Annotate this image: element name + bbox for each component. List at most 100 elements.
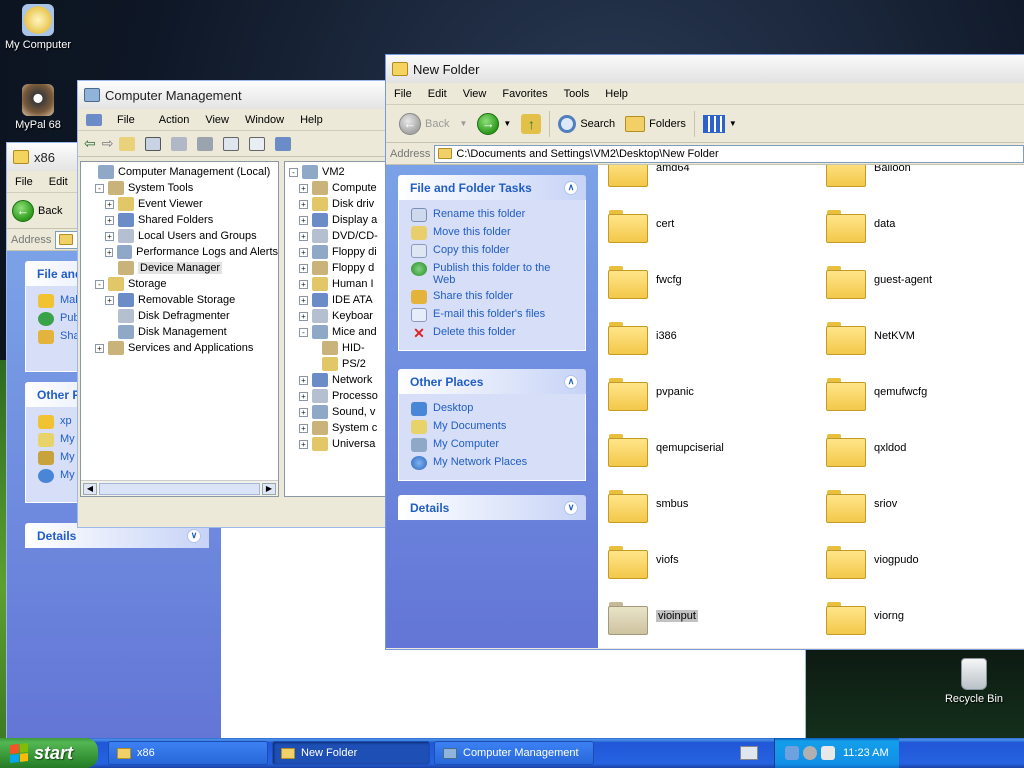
tree-item[interactable]: + Network <box>289 372 391 388</box>
help-icon[interactable] <box>223 136 240 151</box>
task-publish[interactable]: Publish this folder to the Web <box>411 260 575 288</box>
expand-plus-icon[interactable]: + <box>105 199 114 209</box>
speaker-tray-icon[interactable] <box>821 746 835 760</box>
desktop-icon-recycle-bin[interactable]: Recycle Bin <box>936 658 1012 705</box>
back-button[interactable]: ← Back ▼ <box>394 111 472 137</box>
tree-item[interactable]: Device Manager <box>85 260 278 276</box>
menu-file[interactable]: File <box>78 113 151 126</box>
folder-item[interactable]: qxldod <box>826 431 906 467</box>
tree-item[interactable]: + Human I <box>289 276 391 292</box>
expand-plus-icon[interactable]: + <box>299 295 308 305</box>
place-desktop[interactable]: Desktop <box>411 400 575 418</box>
expand-plus-icon[interactable]: + <box>299 183 308 193</box>
task-move[interactable]: Move this folder <box>411 224 575 242</box>
place-my-documents[interactable]: My Documents <box>411 418 575 436</box>
tree-item[interactable]: Disk Defragmenter <box>85 308 278 324</box>
forward-arrow-icon[interactable]: ⇨ <box>102 135 114 152</box>
folder-item[interactable]: viorng <box>826 599 904 635</box>
search-button[interactable]: Search <box>553 113 620 135</box>
tree-item[interactable]: + Shared Folders <box>85 212 278 228</box>
menu-edit[interactable]: Edit <box>420 88 455 100</box>
folder-item[interactable]: i386 <box>608 319 677 355</box>
print-icon[interactable] <box>197 136 214 151</box>
expand-plus-icon[interactable]: + <box>299 215 308 225</box>
folder-item[interactable]: viofs <box>608 543 679 579</box>
menu-action[interactable]: Action <box>151 114 198 126</box>
folder-item[interactable]: data <box>826 207 895 243</box>
folder-item[interactable]: qemufwcfg <box>826 375 927 411</box>
menu-help[interactable]: Help <box>597 88 636 100</box>
tree-item[interactable]: + Floppy di <box>289 244 391 260</box>
folder-item[interactable]: sriov <box>826 487 897 523</box>
menu-help[interactable]: Help <box>292 114 331 126</box>
tree-item[interactable]: PS/2 <box>289 356 391 372</box>
task-share[interactable]: Share this folder <box>411 288 575 306</box>
back-button[interactable]: ← Back <box>7 198 67 224</box>
desktop-icon-mypal[interactable]: MyPal 68 <box>0 84 76 131</box>
folder-item[interactable]: fwcfg <box>608 263 682 299</box>
folder-item[interactable]: cert <box>608 207 674 243</box>
place-network[interactable]: My Network Places <box>411 454 575 472</box>
forward-button[interactable]: → ▼ <box>472 111 516 137</box>
show-hide-tree-icon[interactable] <box>145 136 162 151</box>
task-email[interactable]: E-mail this folder's files <box>411 306 575 324</box>
place-my-computer[interactable]: My Computer <box>411 436 575 454</box>
start-button[interactable]: start <box>0 738 98 768</box>
expand-plus-icon[interactable]: + <box>299 439 308 449</box>
folder-item[interactable]: Balloon <box>826 165 911 187</box>
properties-icon[interactable] <box>171 136 188 151</box>
folder-item[interactable]: pvpanic <box>608 375 694 411</box>
views-button[interactable]: ▼ <box>698 113 742 135</box>
task-copy[interactable]: Copy this folder <box>411 242 575 260</box>
keyboard-icon[interactable] <box>740 746 758 760</box>
tree-item[interactable]: HID- <box>289 340 391 356</box>
tree-item[interactable]: - Storage <box>85 276 278 292</box>
menu-favorites[interactable]: Favorites <box>494 88 555 100</box>
tree-item[interactable]: + Performance Logs and Alerts <box>85 244 278 260</box>
tree-item[interactable]: + Services and Applications <box>85 340 278 356</box>
menu-tools[interactable]: Tools <box>556 88 598 100</box>
address-field[interactable]: C:\Documents and Settings\VM2\Desktop\Ne… <box>434 144 1024 163</box>
expand-plus-icon[interactable]: + <box>299 279 308 289</box>
new-folder-window[interactable]: New Folder File Edit View Favorites Tool… <box>385 54 1024 650</box>
tree-item[interactable]: + Removable Storage <box>85 292 278 308</box>
cm-titlebar[interactable]: Computer Management <box>78 81 394 109</box>
tree-item[interactable]: + Disk driv <box>289 196 391 212</box>
menu-file[interactable]: File <box>7 176 41 188</box>
nf-titlebar[interactable]: New Folder <box>386 55 1024 83</box>
export-list-icon[interactable] <box>249 136 266 151</box>
folder-item[interactable]: smbus <box>608 487 688 523</box>
tree-item[interactable]: + Local Users and Groups <box>85 228 278 244</box>
tree-item[interactable]: + System c <box>289 420 391 436</box>
expand-plus-icon[interactable]: + <box>299 247 308 257</box>
folder-item[interactable]: viogpudo <box>826 543 919 579</box>
computer-management-window[interactable]: Computer Management File Action View Win… <box>77 80 395 528</box>
tree-item[interactable]: + Compute <box>289 180 391 196</box>
menu-edit[interactable]: Edit <box>41 176 76 188</box>
volume-tray-icon[interactable] <box>803 746 817 760</box>
expand-plus-icon[interactable]: + <box>299 407 308 417</box>
folder-item[interactable]: vioinput <box>608 599 698 635</box>
expand-plus-icon[interactable]: + <box>299 423 308 433</box>
collapse-minus-icon[interactable]: - <box>95 279 104 289</box>
folder-item[interactable]: NetKVM <box>826 319 915 355</box>
folder-item[interactable]: guest-agent <box>826 263 932 299</box>
expand-plus-icon[interactable]: + <box>95 343 104 353</box>
expand-plus-icon[interactable]: + <box>299 391 308 401</box>
scan-hardware-icon[interactable] <box>275 136 292 151</box>
expand-plus-icon[interactable]: + <box>299 375 308 385</box>
collapse-minus-icon[interactable]: - <box>95 183 104 193</box>
folders-button[interactable]: Folders <box>620 114 691 134</box>
taskbar-item-computer-management[interactable]: Computer Management <box>434 741 594 765</box>
tree-item[interactable]: + Floppy d <box>289 260 391 276</box>
task-delete[interactable]: ✕ Delete this folder <box>411 324 575 342</box>
folder-item[interactable]: qemupciserial <box>608 431 724 467</box>
tree-item[interactable]: - VM2 <box>289 164 391 180</box>
menu-view[interactable]: View <box>197 114 237 126</box>
taskbar-item-x86[interactable]: x86 <box>108 741 268 765</box>
collapse-minus-icon[interactable]: - <box>299 327 308 337</box>
menu-file[interactable]: File <box>386 88 420 100</box>
tree-item[interactable]: Computer Management (Local) <box>85 164 278 180</box>
back-arrow-icon[interactable]: ⇦ <box>84 135 96 152</box>
tree-item[interactable]: + IDE ATA <box>289 292 391 308</box>
